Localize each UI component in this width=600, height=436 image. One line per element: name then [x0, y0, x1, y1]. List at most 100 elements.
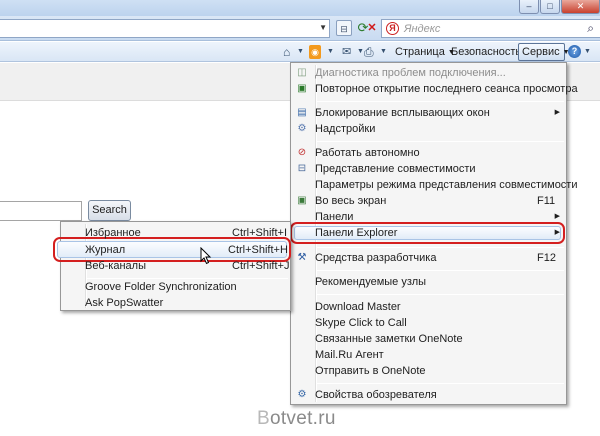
print-icon[interactable]: ⎙: [364, 45, 374, 59]
shortcut-label: F11: [537, 195, 556, 207]
search-go-icon[interactable]: ⌕: [587, 21, 594, 36]
menu-item-mailru-agent[interactable]: Mail.Ru Агент: [291, 347, 566, 363]
mouse-cursor-icon: [200, 247, 212, 265]
page-menu-label: Страница: [395, 46, 445, 58]
menu-item-work-offline[interactable]: ⊘ Работать автономно: [291, 145, 566, 161]
watermark-text: otvet.ru: [269, 408, 336, 429]
offline-icon: ⊘: [297, 147, 307, 158]
submenu-arrow-icon: ▶: [554, 229, 560, 236]
menu-separator: [317, 101, 564, 102]
menu-item-label: Повторное открытие последнего сеанса про…: [315, 83, 578, 95]
menu-item-label: Рекомендуемые узлы: [315, 276, 427, 288]
menu-item-label: Параметры режима представления совместим…: [315, 179, 578, 191]
home-dropdown-icon[interactable]: ▼: [297, 45, 304, 59]
rss-dropdown-icon[interactable]: ▼: [327, 45, 334, 59]
shortcut-label: F12: [537, 252, 556, 264]
explorer-bars-submenu: Избранное Ctrl+Shift+I Журнал Ctrl+Shift+H…: [53, 221, 291, 311]
menu-separator: [317, 270, 564, 271]
mail-dropdown-icon[interactable]: ▼: [357, 45, 364, 59]
stop-icon[interactable]: ✕: [364, 20, 380, 36]
menu-item-feeds[interactable]: Веб-каналы Ctrl+Shift+J: [61, 258, 290, 274]
tools-menu-label: Сервис: [522, 46, 560, 58]
menu-item-popup-blocker[interactable]: ▤ Блокирование всплывающих окон ▶: [291, 105, 566, 121]
search-placeholder: Яндекс: [404, 23, 441, 35]
close-window-button[interactable]: ✕: [561, 0, 600, 14]
shortcut-label: Ctrl+Shift+J: [232, 260, 290, 272]
menu-item-label: Представление совместимости: [315, 163, 476, 175]
menu-item-label: Отправить в OneNote: [315, 365, 426, 377]
menu-item-fullscreen[interactable]: ▣ Во весь экран F11: [291, 193, 566, 209]
menu-item-label: Панели Explorer: [315, 227, 398, 239]
menu-separator: [317, 141, 564, 142]
menu-item-label: Во весь экран: [315, 195, 387, 207]
menu-item-addons[interactable]: ⚙ Надстройки: [291, 121, 566, 137]
menu-item-explorer-bars[interactable]: Панели Explorer ▶: [291, 225, 566, 241]
menu-item-dev-tools[interactable]: ⚒ Средства разработчика F12: [291, 250, 566, 266]
address-row: ▼ ⊟ ⟳ ✕ Я Яндекс ⌕: [0, 16, 600, 41]
command-bar: ⌂ ▼ ◉ ▼ ✉ ▼ ⎙ ▼ Страница▼ Безопасность▼ …: [0, 42, 600, 62]
devtools-icon: ⚒: [297, 252, 307, 263]
yandex-logo-icon: Я: [386, 22, 399, 35]
options-icon: ⚙: [297, 389, 307, 400]
menu-item-label: Журнал: [85, 244, 126, 256]
menu-item-send-onenote[interactable]: Отправить в OneNote: [291, 363, 566, 379]
menu-item-label: Средства разработчика: [315, 252, 437, 264]
menu-item-label: Диагностика проблем подключения...: [315, 67, 506, 79]
window-titlebar: – □ ✕: [0, 0, 600, 16]
reopen-icon: ▣: [297, 83, 307, 94]
shortcut-label: Ctrl+Shift+H: [228, 244, 288, 256]
menu-item-onenote-linked[interactable]: Связанные заметки OneNote: [291, 331, 566, 347]
page-search-input[interactable]: [0, 201, 82, 221]
menu-item-skype[interactable]: Skype Click to Call: [291, 315, 566, 331]
popup-icon: ▤: [297, 107, 307, 118]
menu-item-toolbars[interactable]: Панели ▶: [291, 209, 566, 225]
menu-item-diagnose[interactable]: ◫ Диагностика проблем подключения...: [291, 65, 566, 81]
menu-item-label: Панели: [315, 211, 354, 223]
menu-item-label: Связанные заметки OneNote: [315, 333, 463, 345]
rss-feed-icon[interactable]: ◉: [309, 45, 321, 59]
home-icon[interactable]: ⌂: [283, 45, 290, 59]
diagnose-icon: ◫: [297, 67, 307, 78]
print-dropdown-icon[interactable]: ▼: [380, 45, 387, 59]
help-dropdown-icon[interactable]: ▼: [584, 45, 591, 59]
menu-item-download-master[interactable]: Download Master: [291, 299, 566, 315]
addons-icon: ⚙: [297, 123, 307, 134]
search-field[interactable]: Я Яндекс ⌕: [381, 19, 600, 38]
menu-item-reopen-session[interactable]: ▣ Повторное открытие последнего сеанса пр…: [291, 81, 577, 97]
menu-item-groove-sync[interactable]: Groove Folder Synchronization: [61, 279, 290, 295]
menu-item-label: Избранное: [85, 227, 141, 239]
menu-item-history[interactable]: Журнал Ctrl+Shift+H: [61, 242, 290, 258]
menu-item-label: Download Master: [315, 301, 401, 313]
submenu-arrow-icon: ▶: [554, 213, 560, 220]
tools-menu-button[interactable]: Сервис ▼: [518, 43, 570, 61]
address-dropdown-icon[interactable]: ▼: [319, 23, 327, 32]
menu-item-compat-view[interactable]: ⊟ Представление совместимости: [291, 161, 566, 177]
address-field[interactable]: ▼: [0, 19, 330, 38]
maximize-button[interactable]: □: [540, 0, 560, 14]
menu-item-ask-popswatter[interactable]: Ask PopSwatter: [61, 295, 290, 311]
mail-icon[interactable]: ✉: [342, 45, 351, 59]
menu-item-favorites[interactable]: Избранное Ctrl+Shift+I: [61, 225, 290, 241]
menu-item-compat-settings[interactable]: Параметры режима представления совместим…: [291, 177, 578, 193]
menu-item-label: Ask PopSwatter: [85, 297, 164, 309]
menu-item-label: Skype Click to Call: [315, 317, 407, 329]
menu-item-label: Блокирование всплывающих окон: [315, 107, 490, 119]
safety-menu-label: Безопасность: [451, 46, 522, 58]
site-watermark: Botvet.ru: [257, 408, 336, 430]
compat-icon[interactable]: ⊟: [336, 20, 352, 36]
page-search-button[interactable]: Search: [88, 200, 131, 221]
menu-separator: [317, 247, 564, 248]
fullscreen-icon: ▣: [297, 195, 307, 206]
menu-item-label: Веб-каналы: [85, 260, 146, 272]
tools-dropdown-menu: ◫ Диагностика проблем подключения... ▣ Пов…: [290, 62, 578, 405]
page-menu-button[interactable]: Страница ▼: [395, 45, 455, 59]
menu-item-label: Свойства обозревателя: [315, 389, 437, 401]
menu-item-label: Groove Folder Synchronization: [85, 281, 237, 293]
help-icon[interactable]: ?: [568, 45, 581, 58]
minimize-button[interactable]: –: [519, 0, 539, 14]
menu-item-suggested-sites[interactable]: Рекомендуемые узлы: [291, 274, 566, 290]
menu-item-label: Надстройки: [315, 123, 376, 135]
menu-separator: [317, 294, 564, 295]
submenu-arrow-icon: ▶: [554, 109, 560, 116]
menu-item-internet-options[interactable]: ⚙ Свойства обозревателя: [291, 387, 566, 403]
